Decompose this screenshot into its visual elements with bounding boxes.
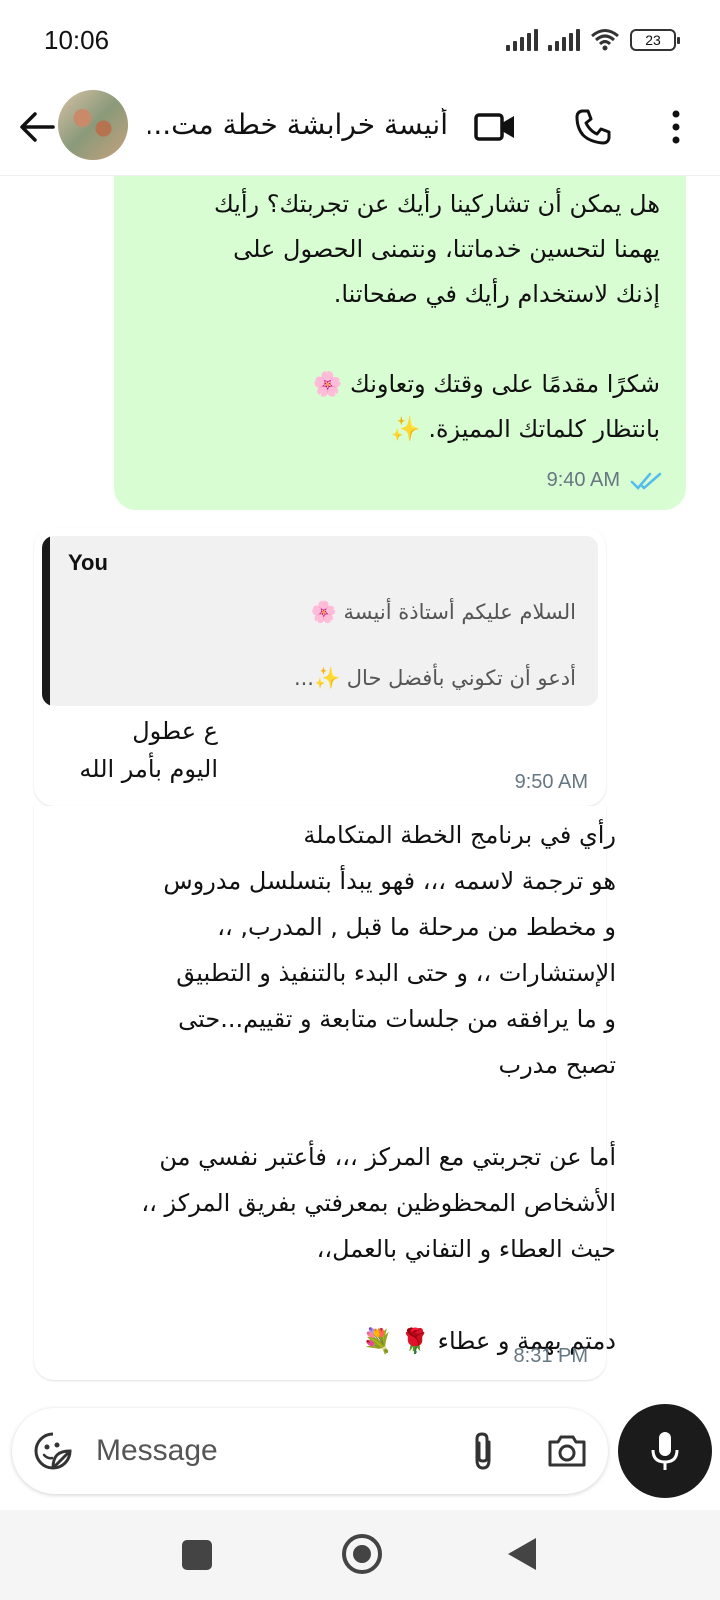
phone-icon (575, 109, 611, 145)
status-time: 10:06 (44, 24, 110, 55)
camera-icon (548, 1435, 586, 1467)
signal-icon (506, 29, 538, 51)
avatar[interactable] (58, 90, 128, 160)
message-input[interactable] (96, 1430, 396, 1472)
chat-header: أنيسة خرابشة خطة مت... (0, 80, 720, 176)
arrow-left-icon (20, 112, 55, 142)
voice-call-button[interactable] (568, 102, 618, 152)
home-icon (353, 1545, 371, 1563)
back-nav-button[interactable] (506, 1536, 538, 1572)
quote-line: أدعو أن تكوني بأفضل حال ✨... (293, 666, 576, 690)
message-meta: 9:40 AM (547, 469, 664, 492)
paperclip-icon (475, 1432, 491, 1470)
voice-message-button[interactable] (618, 1404, 712, 1498)
message-text: ع عطول اليوم بأمر الله (79, 717, 218, 783)
battery-icon: 23 (630, 29, 680, 51)
microphone-icon (651, 1432, 679, 1470)
message-text: رأي في برنامج الخطة المتكاملة هو ترجمة ل… (141, 821, 616, 1355)
message-time: 9:50 AM (514, 771, 588, 793)
status-icons: 23 (506, 28, 680, 52)
incoming-message[interactable]: رأي في برنامج الخطة المتكاملة هو ترجمة ل… (34, 806, 616, 1380)
more-options-button[interactable] (656, 102, 696, 152)
wifi-icon (590, 28, 620, 52)
signal-icon-2 (548, 29, 580, 51)
sticker-button[interactable] (30, 1428, 76, 1474)
attach-button[interactable] (460, 1428, 506, 1474)
sticker-icon (34, 1432, 72, 1470)
camera-button[interactable] (542, 1428, 592, 1474)
back-button[interactable] (14, 104, 60, 150)
home-button[interactable] (342, 1534, 382, 1574)
status-bar: 10:06 23 (0, 0, 720, 80)
incoming-message[interactable]: You السلام عليكم أستاذة أنيسة 🌸 أدعو أن … (34, 528, 606, 806)
system-navigation-bar (0, 1510, 720, 1600)
message-time: 9:40 AM (546, 469, 620, 491)
outgoing-message[interactable]: هل يمكن أن تشاركينا رأيك عن تجربتك؟ رأيك… (114, 176, 686, 510)
more-vert-icon (672, 110, 680, 144)
contact-name[interactable]: أنيسة خرابشة خطة مت... (148, 108, 448, 141)
quoted-message[interactable]: You السلام عليكم أستاذة أنيسة 🌸 أدعو أن … (42, 536, 598, 706)
quote-line: السلام عليكم أستاذة أنيسة 🌸 (310, 600, 576, 624)
message-time: 8:31 PM (513, 1345, 588, 1367)
video-call-button[interactable] (470, 102, 520, 152)
quote-author: You (68, 550, 108, 575)
double-check-icon (630, 472, 662, 490)
video-call-icon (474, 113, 514, 141)
message-composer (12, 1408, 608, 1494)
battery-level: 23 (645, 32, 661, 48)
quote-bar (42, 536, 50, 706)
recents-button[interactable] (182, 1540, 212, 1570)
message-text: هل يمكن أن تشاركينا رأيك عن تجربتك؟ رأيك… (213, 190, 660, 443)
